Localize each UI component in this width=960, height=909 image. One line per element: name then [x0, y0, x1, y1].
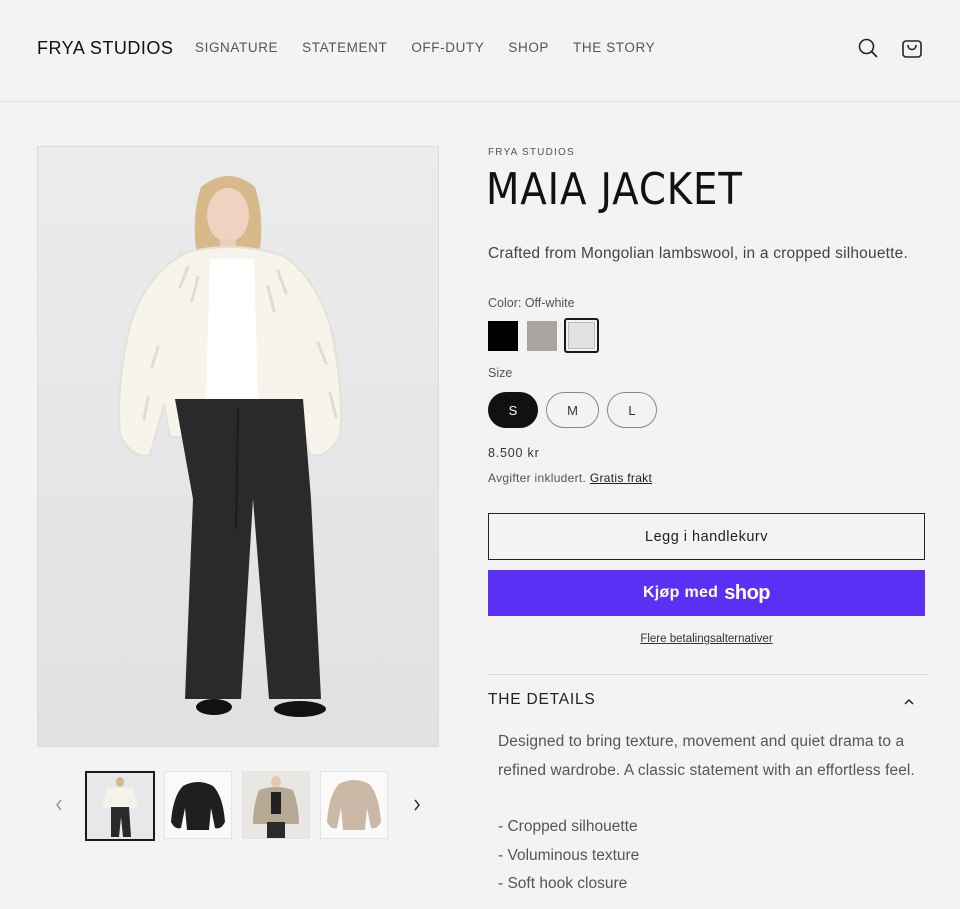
size-m-button[interactable]: M — [546, 392, 599, 428]
swatch-black[interactable] — [488, 321, 518, 351]
nav-item-off-duty[interactable]: OFF-DUTY — [411, 40, 484, 55]
product-price: 8.500 kr — [488, 446, 540, 460]
details-bullet: - Soft hook closure — [498, 875, 628, 892]
product-main-image[interactable] — [37, 146, 439, 747]
tax-text: Avgifter inkludert. — [488, 471, 587, 485]
swatch-off-white[interactable] — [564, 318, 599, 353]
details-list: - Cropped silhouette - Voluminous textur… — [498, 813, 639, 899]
details-divider — [488, 674, 929, 675]
swatch-off-white-fill — [568, 322, 595, 349]
nav-item-signature[interactable]: SIGNATURE — [195, 40, 278, 55]
thumbnail-black-jacket — [165, 772, 231, 838]
thumbnail-3[interactable] — [242, 771, 310, 839]
details-heading[interactable]: THE DETAILS — [488, 691, 596, 709]
add-to-cart-button[interactable]: Legg i handlekurv — [488, 513, 925, 560]
model-photo — [38, 147, 438, 746]
thumbnail-4[interactable] — [320, 771, 388, 839]
details-bullet: - Cropped silhouette — [498, 818, 638, 835]
thumbnail-1[interactable] — [85, 771, 155, 841]
thumbnail-model-front — [87, 773, 153, 839]
size-label: Size — [488, 366, 513, 380]
size-l-button[interactable]: L — [607, 392, 657, 428]
cart-icon[interactable] — [900, 36, 924, 60]
thumbnail-2[interactable] — [164, 771, 232, 839]
swatch-taupe[interactable] — [527, 321, 557, 351]
nav-item-statement[interactable]: STATEMENT — [302, 40, 387, 55]
main-nav: SIGNATURE STATEMENT OFF-DUTY SHOP THE ST… — [195, 40, 679, 55]
color-label: Color: Off-white — [488, 296, 575, 310]
thumbnail-model-taupe — [243, 772, 309, 838]
site-header: FRYA STUDIOS SIGNATURE STATEMENT OFF-DUT… — [0, 0, 960, 102]
nav-item-the-story[interactable]: THE STORY — [573, 40, 655, 55]
chevron-up-icon[interactable] — [902, 695, 916, 709]
tax-note: Avgifter inkludert. Gratis frakt — [488, 471, 652, 485]
thumb-next-arrow[interactable] — [411, 797, 423, 813]
nav-item-shop[interactable]: SHOP — [508, 40, 549, 55]
shipping-link[interactable]: Gratis frakt — [590, 471, 652, 485]
product-vendor: FRYA STUDIOS — [488, 147, 575, 158]
shop-pay-button[interactable]: Kjøp med shop — [488, 570, 925, 616]
search-icon[interactable] — [856, 36, 880, 60]
store-logo[interactable]: FRYA STUDIOS — [37, 38, 173, 59]
product-description: Crafted from Mongolian lambswool, in a c… — [488, 245, 908, 262]
size-s-button[interactable]: S — [488, 392, 538, 428]
product-title: MAIA JACKET — [486, 164, 743, 215]
shop-pay-logo: shop — [724, 581, 771, 604]
details-body: Designed to bring texture, movement and … — [498, 733, 915, 779]
more-payment-link[interactable]: Flere betalingsalternativer — [640, 633, 772, 645]
more-payment-options: Flere betalingsalternativer — [488, 633, 925, 645]
thumb-prev-arrow[interactable] — [53, 797, 65, 813]
thumbnail-taupe-jacket — [321, 772, 387, 838]
details-bullet: - Voluminous texture — [498, 846, 640, 864]
shop-pay-text: Kjøp med — [642, 584, 719, 601]
